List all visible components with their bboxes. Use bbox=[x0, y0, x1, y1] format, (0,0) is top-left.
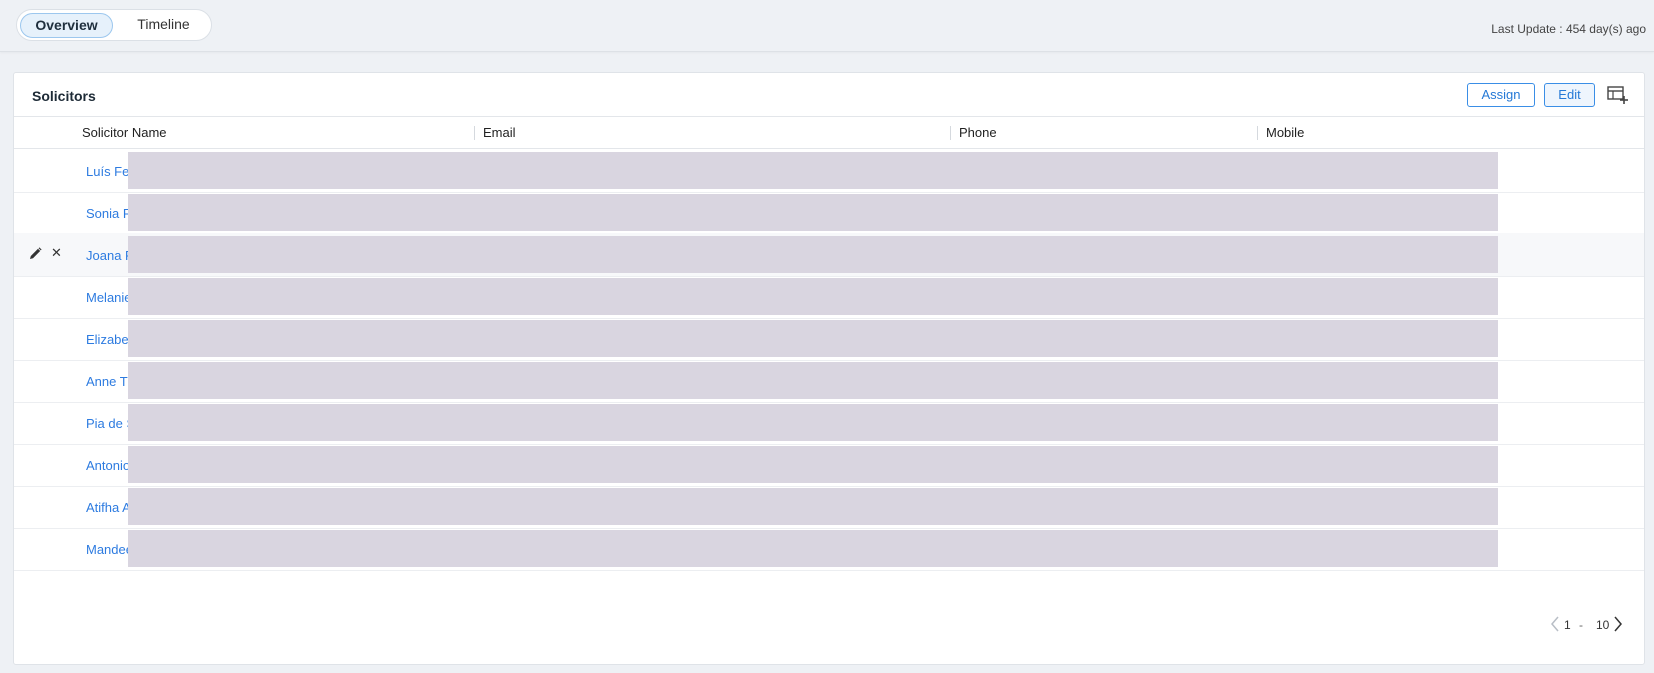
solicitor-name-link[interactable]: Luís Fer bbox=[86, 164, 131, 179]
column-header-email[interactable]: Email bbox=[483, 125, 516, 140]
table-header: Solicitor Name Email Phone Mobile bbox=[14, 116, 1644, 149]
redacted-block bbox=[128, 194, 1498, 231]
table-row[interactable]: Anne T bbox=[14, 359, 1644, 403]
redacted-block bbox=[128, 446, 1498, 483]
table-row[interactable]: Melanie bbox=[14, 275, 1644, 319]
column-divider[interactable] bbox=[1257, 126, 1258, 140]
table-add-column-icon[interactable] bbox=[1607, 85, 1629, 105]
table-row[interactable]: Antonio bbox=[14, 443, 1644, 487]
solicitor-name-link[interactable]: Pia de S bbox=[86, 416, 131, 431]
solicitor-name-link[interactable]: Anne T bbox=[86, 374, 131, 389]
page-range-separator: - bbox=[1579, 618, 1583, 632]
redacted-block bbox=[128, 530, 1498, 567]
tab-timeline[interactable]: Timeline bbox=[118, 13, 209, 38]
table-row[interactable]: ✕ Joana F bbox=[14, 233, 1644, 277]
redacted-block bbox=[128, 320, 1498, 357]
column-header-phone[interactable]: Phone bbox=[959, 125, 997, 140]
column-header-mobile[interactable]: Mobile bbox=[1266, 125, 1304, 140]
solicitor-name-link[interactable]: Elizabe bbox=[86, 332, 131, 347]
pencil-icon[interactable] bbox=[29, 247, 42, 260]
column-header-solicitor-name[interactable]: Solicitor Name bbox=[82, 125, 167, 140]
chevron-right-icon[interactable] bbox=[1612, 615, 1624, 633]
redacted-block bbox=[128, 488, 1498, 525]
solicitor-name-link[interactable]: Mandee bbox=[86, 542, 131, 557]
view-tabs: Overview Timeline bbox=[16, 9, 212, 41]
solicitors-card: Solicitors Assign Edit Solicitor Name Em… bbox=[13, 72, 1645, 665]
solicitor-name-link[interactable]: Antonio bbox=[86, 458, 131, 473]
solicitor-name-link[interactable]: Atifha A bbox=[86, 500, 131, 515]
page-range-end: 10 bbox=[1596, 618, 1610, 632]
column-divider[interactable] bbox=[474, 126, 475, 140]
redacted-block bbox=[128, 236, 1498, 273]
solicitor-name-link[interactable]: Sonia R bbox=[86, 206, 131, 221]
table-row[interactable]: Pia de S bbox=[14, 401, 1644, 445]
close-icon[interactable]: ✕ bbox=[51, 246, 62, 259]
redacted-block bbox=[128, 362, 1498, 399]
table-row[interactable]: Mandee bbox=[14, 527, 1644, 571]
page-range-start: 1 bbox=[1564, 618, 1571, 632]
table-row[interactable]: Atifha A bbox=[14, 485, 1644, 529]
solicitor-name-link[interactable]: Melanie bbox=[86, 290, 131, 305]
column-divider[interactable] bbox=[950, 126, 951, 140]
tab-overview[interactable]: Overview bbox=[20, 13, 113, 38]
assign-button[interactable]: Assign bbox=[1467, 83, 1535, 107]
redacted-block bbox=[128, 152, 1498, 189]
last-update-text: Last Update : 454 day(s) ago bbox=[1491, 22, 1646, 36]
table-row[interactable]: Sonia R bbox=[14, 191, 1644, 235]
redacted-block bbox=[128, 404, 1498, 441]
chevron-left-icon[interactable] bbox=[1549, 615, 1561, 633]
top-bar: Overview Timeline Last Update : 454 day(… bbox=[0, 0, 1654, 52]
edit-button[interactable]: Edit bbox=[1544, 83, 1595, 107]
table-row[interactable]: Luís Fer bbox=[14, 149, 1644, 193]
section-title: Solicitors bbox=[32, 88, 96, 104]
table-row[interactable]: Elizabe bbox=[14, 317, 1644, 361]
redacted-block bbox=[128, 278, 1498, 315]
solicitor-name-link[interactable]: Joana F bbox=[86, 248, 131, 263]
